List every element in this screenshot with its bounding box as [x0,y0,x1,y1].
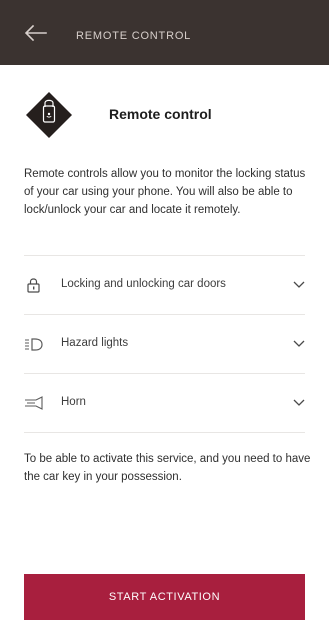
feature-label: Locking and unlocking car doors [61,278,226,290]
feature-item-locking[interactable]: Locking and unlocking car doors [24,255,305,314]
service-title: Remote control [109,106,212,122]
lock-phone-icon [26,92,72,138]
activation-notice: To be able to activate this service, and… [24,453,311,483]
feature-item-hazard-lights[interactable]: Hazard lights [24,314,305,373]
page-title: REMOTE CONTROL [76,30,192,42]
chevron-down-icon[interactable] [293,338,305,348]
chevron-down-icon[interactable] [293,279,305,289]
chevron-down-icon[interactable] [293,397,305,407]
arrow-left-icon[interactable] [24,24,48,42]
service-header: Remote control [24,90,305,140]
horn-icon [25,396,43,410]
lock-icon [27,278,40,293]
top-navigation-bar: REMOTE CONTROL [0,0,329,65]
hazard-lights-icon [25,338,43,351]
feature-list: Locking and unlocking car doors Hazard l… [24,255,305,433]
feature-label: Horn [61,396,86,408]
start-activation-button[interactable]: START ACTIVATION [24,574,305,620]
feature-item-horn[interactable]: Horn [24,373,305,433]
feature-label: Hazard lights [61,337,129,349]
service-description: Remote controls allow you to monitor the… [24,168,306,216]
remote-control-page: REMOTE CONTROL Remote control Remote con… [0,0,329,641]
